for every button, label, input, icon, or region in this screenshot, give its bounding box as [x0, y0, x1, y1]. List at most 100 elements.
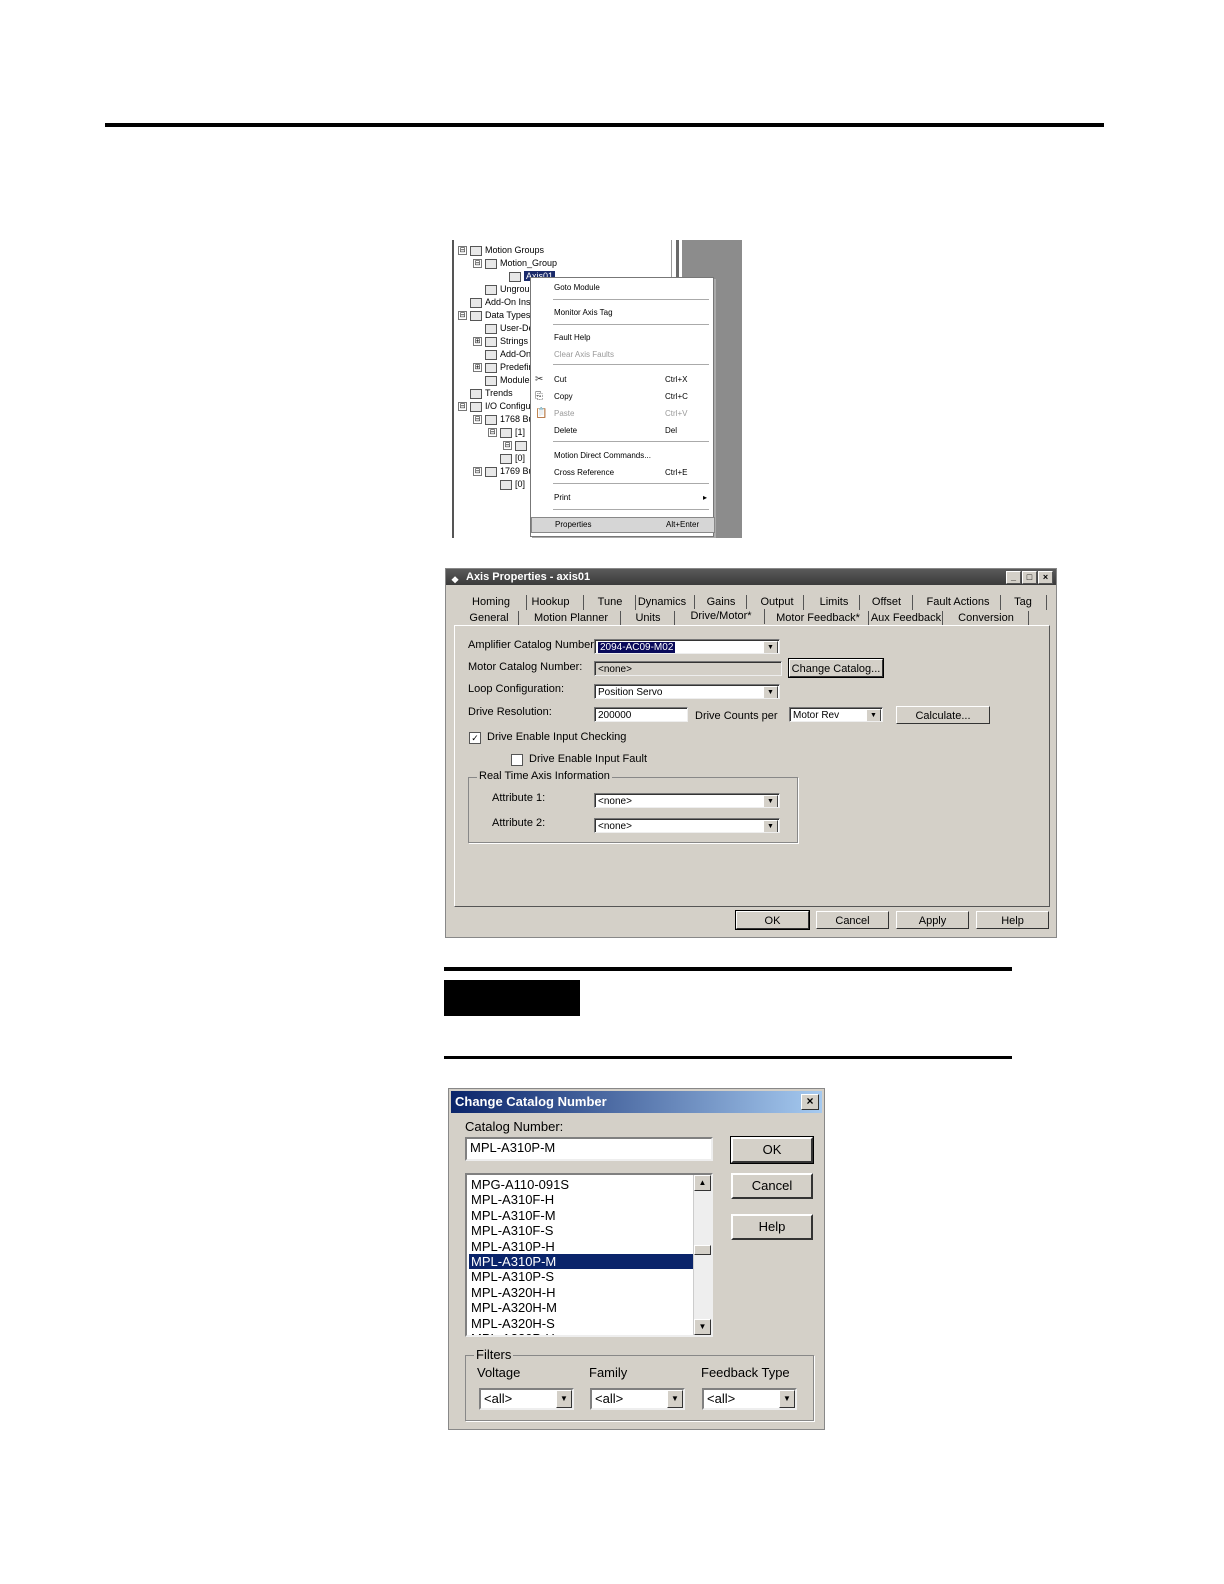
context-menu-item[interactable]: Properties Alt+Enter [531, 517, 715, 533]
catalog-list-item[interactable]: MPL-A320H-H [469, 1285, 695, 1300]
apply-button[interactable]: Apply [896, 911, 969, 929]
chevron-down-icon[interactable]: ▼ [763, 686, 778, 698]
close-icon[interactable]: × [1038, 571, 1053, 584]
context-menu-item[interactable]: Fault Help [531, 331, 713, 345]
tree-item[interactable]: ⊟ Data Types [458, 309, 530, 321]
attr1-select[interactable]: <none> ▼ [594, 793, 780, 808]
tab[interactable]: Dynamics [630, 595, 695, 610]
tree-item[interactable]: Trends [458, 387, 513, 399]
catalog-list-item[interactable]: MPG-A110-091S [469, 1177, 695, 1192]
tree-item[interactable]: Add-On Ins [458, 296, 531, 308]
tree-item[interactable]: ⊟ I/O Configu [458, 400, 531, 412]
catalog-list-item[interactable]: MPL-A310F-S [469, 1223, 695, 1238]
tree-item[interactable]: User-De [473, 322, 534, 334]
catalog-number-input[interactable]: MPL-A310P-M [465, 1137, 713, 1161]
close-icon[interactable]: × [801, 1094, 819, 1110]
expand-icon[interactable]: ⊞ [473, 363, 482, 373]
tree-item[interactable]: ⊞ Predefin [473, 361, 534, 373]
tree-item[interactable]: ⊟ [503, 439, 530, 451]
catalog-cancel-button[interactable]: Cancel [731, 1173, 813, 1199]
catalog-list-item[interactable]: MPL-A320P-H [469, 1331, 695, 1335]
chevron-down-icon[interactable]: ▼ [667, 1390, 683, 1408]
tree-item[interactable]: [0] [488, 478, 525, 490]
tab-active[interactable]: Drive/Motor* [678, 609, 765, 624]
family-select[interactable]: <all> ▼ [590, 1388, 685, 1410]
scroll-thumb[interactable] [694, 1245, 711, 1255]
context-menu-item[interactable]: ⎘ Copy Ctrl+C [531, 390, 713, 404]
tree-item[interactable]: ⊟ [1] [488, 426, 525, 438]
chevron-down-icon[interactable]: ▼ [763, 641, 778, 653]
tree-item[interactable]: ⊞ Strings [473, 335, 528, 347]
context-menu-item[interactable]: Monitor Axis Tag [531, 306, 713, 320]
tab[interactable]: Offset [861, 595, 913, 610]
catalog-help-button[interactable]: Help [731, 1214, 813, 1240]
catalog-list-item[interactable]: MPL-A310P-H [469, 1239, 695, 1254]
context-menu-item[interactable]: Cross Reference Ctrl+E [531, 466, 713, 480]
tab[interactable]: General [460, 611, 519, 626]
tab[interactable]: Units [622, 611, 675, 626]
context-menu-item[interactable]: Print ▸ [531, 491, 713, 505]
counts-per-select[interactable]: Motor Rev ▼ [789, 707, 883, 722]
collapse-icon[interactable]: ⊟ [488, 428, 497, 438]
minimize-icon[interactable]: _ [1006, 571, 1021, 584]
tree-item[interactable]: Add-On [473, 348, 531, 360]
catalog-list-item[interactable]: MPL-A310P-M [469, 1254, 695, 1269]
maximize-icon[interactable]: □ [1022, 571, 1037, 584]
motor-field[interactable]: <none> [594, 661, 782, 676]
collapse-icon[interactable]: ⊟ [458, 311, 467, 321]
expand-icon[interactable]: ⊞ [473, 337, 482, 347]
change-catalog-button[interactable]: Change Catalog... [788, 658, 884, 678]
loop-select[interactable]: Position Servo ▼ [594, 684, 780, 699]
catalog-list-item[interactable]: MPL-A310F-H [469, 1192, 695, 1207]
amplifier-select[interactable]: 2094-AC09-M02 ▼ [594, 639, 780, 654]
attr2-select[interactable]: <none> ▼ [594, 818, 780, 833]
ok-button[interactable]: OK [735, 910, 810, 930]
collapse-icon[interactable]: ⊟ [503, 441, 512, 451]
collapse-icon[interactable]: ⊟ [458, 246, 467, 256]
resolution-input[interactable]: 200000 [594, 707, 688, 722]
voltage-select[interactable]: <all> ▼ [479, 1388, 574, 1410]
tab[interactable]: Fault Actions [916, 595, 1001, 610]
chevron-down-icon[interactable]: ▼ [763, 820, 778, 832]
context-menu-item[interactable]: Motion Direct Commands... [531, 449, 713, 463]
scroll-up-icon[interactable]: ▲ [694, 1175, 711, 1191]
tree-item[interactable]: [0] [488, 452, 525, 464]
catalog-list-item[interactable]: MPL-A320H-S [469, 1316, 695, 1331]
catalog-list-item[interactable]: MPL-A310P-S [469, 1269, 695, 1284]
cancel-button[interactable]: Cancel [816, 911, 889, 929]
context-menu-item[interactable]: Goto Module [531, 281, 713, 295]
context-menu-item[interactable]: ✂ Cut Ctrl+X [531, 373, 713, 387]
help-button[interactable]: Help [976, 911, 1049, 929]
tab[interactable]: Gains [696, 595, 747, 610]
enable-fault-checkbox[interactable] [511, 754, 523, 766]
chevron-down-icon[interactable]: ▼ [866, 709, 881, 721]
tab[interactable]: Tag [1000, 595, 1047, 610]
chevron-down-icon[interactable]: ▼ [763, 795, 778, 807]
catalog-list-item[interactable]: MPL-A320H-M [469, 1300, 695, 1315]
collapse-icon[interactable]: ⊟ [473, 259, 482, 269]
tree-item[interactable]: ⊟ 1768 Bu [473, 413, 534, 425]
tree-item[interactable]: ⊟ Motion_Group [473, 257, 557, 269]
scroll-down-icon[interactable]: ▼ [694, 1319, 711, 1335]
collapse-icon[interactable]: ⊟ [473, 415, 482, 425]
tab[interactable]: Output [751, 595, 804, 610]
tab[interactable]: Limits [809, 595, 860, 610]
tab[interactable]: Motion Planner [522, 611, 621, 626]
collapse-icon[interactable]: ⊟ [473, 467, 482, 477]
context-menu-item[interactable]: Delete Del [531, 424, 713, 438]
tab[interactable]: Homing [456, 595, 527, 610]
tab[interactable]: Motor Feedback* [768, 611, 869, 626]
calculate-button[interactable]: Calculate... [896, 706, 990, 724]
chevron-down-icon[interactable]: ▼ [556, 1390, 572, 1408]
tree-item[interactable]: Ungroup [473, 283, 535, 295]
catalog-list-scrollbar[interactable]: ▲ ▼ [693, 1175, 711, 1335]
tree-item[interactable]: Module- [473, 374, 533, 386]
enable-check-checkbox[interactable]: ✓ [469, 732, 481, 744]
tab[interactable]: Tune [585, 595, 636, 610]
tree-item[interactable]: ⊟ Motion Groups [458, 244, 544, 256]
chevron-down-icon[interactable]: ▼ [779, 1390, 795, 1408]
tab[interactable]: Aux Feedback [870, 611, 943, 626]
feedback-type-select[interactable]: <all> ▼ [702, 1388, 797, 1410]
catalog-ok-button[interactable]: OK [730, 1136, 814, 1164]
catalog-list[interactable]: MPG-A110-091S MPL-A310F-H MPL-A310F-M MPL-A… [465, 1173, 713, 1337]
